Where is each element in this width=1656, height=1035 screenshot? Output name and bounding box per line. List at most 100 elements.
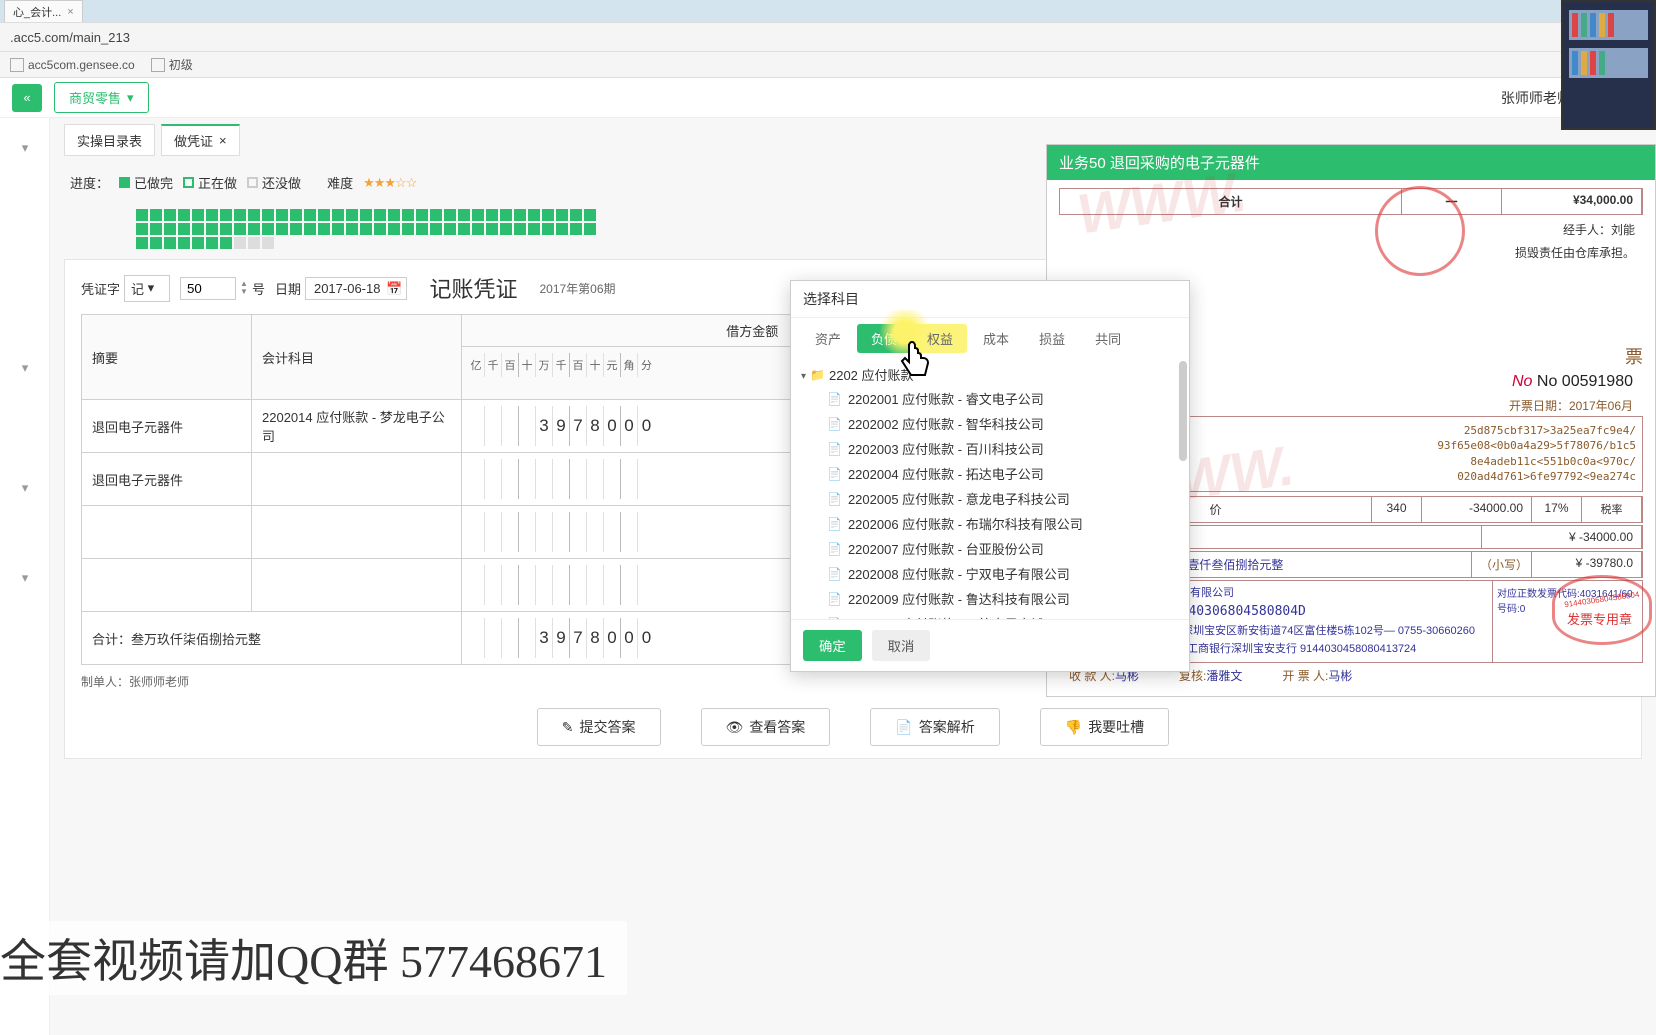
progress-cell[interactable] (206, 209, 218, 221)
cancel-button[interactable]: 取消 (872, 630, 931, 661)
progress-cell[interactable] (234, 223, 246, 235)
picker-tab-asset[interactable]: 资产 (801, 324, 855, 353)
progress-cell[interactable] (360, 223, 372, 235)
progress-cell[interactable] (346, 209, 358, 221)
progress-cell[interactable] (234, 209, 246, 221)
progress-cell[interactable] (164, 223, 176, 235)
progress-cell[interactable] (248, 237, 260, 249)
progress-cell[interactable] (290, 223, 302, 235)
progress-cell[interactable] (416, 209, 428, 221)
category-dropdown[interactable]: 商贸零售 ▾ (54, 82, 149, 113)
progress-cell[interactable] (458, 223, 470, 235)
progress-cell[interactable] (514, 223, 526, 235)
progress-cell[interactable] (360, 209, 372, 221)
confirm-button[interactable]: 确定 (803, 630, 862, 661)
progress-cell[interactable] (276, 223, 288, 235)
account-tree-item[interactable]: 2202007 应付账款 - 台亚股份公司 (791, 536, 1189, 561)
progress-cell[interactable] (136, 209, 148, 221)
progress-cell[interactable] (444, 223, 456, 235)
account-tree-item[interactable]: 2202010 应付账款 - 正篁电子商城 (791, 611, 1189, 619)
progress-cell[interactable] (458, 209, 470, 221)
tree-root-node[interactable]: 2202 应付账款 (791, 363, 1189, 386)
progress-cell[interactable] (206, 223, 218, 235)
progress-cell[interactable] (150, 209, 162, 221)
stepper-down-icon[interactable]: ▼ (240, 288, 248, 296)
close-icon[interactable]: × (67, 6, 73, 18)
progress-cell[interactable] (472, 209, 484, 221)
account-tree-item[interactable]: 2202003 应付账款 - 百川科技公司 (791, 436, 1189, 461)
progress-cell[interactable] (416, 223, 428, 235)
picker-tab-pl[interactable]: 损益 (1025, 324, 1079, 353)
progress-cell[interactable] (164, 237, 176, 249)
progress-cell[interactable] (430, 223, 442, 235)
progress-cell[interactable] (192, 237, 204, 249)
progress-cell[interactable] (388, 223, 400, 235)
rail-expand-3[interactable]: ▾ (0, 458, 50, 518)
progress-cell[interactable] (514, 209, 526, 221)
voucher-word-select[interactable]: 记 ▾ (124, 275, 170, 302)
progress-cell[interactable] (304, 209, 316, 221)
progress-cell[interactable] (556, 209, 568, 221)
progress-cell[interactable] (542, 209, 554, 221)
account-tree-item[interactable]: 2202004 应付账款 - 拓达电子公司 (791, 461, 1189, 486)
account-tree-item[interactable]: 2202009 应付账款 - 鲁达科技有限公司 (791, 586, 1189, 611)
progress-cell[interactable] (486, 209, 498, 221)
progress-cell[interactable] (318, 209, 330, 221)
picker-tab-equity[interactable]: 权益 (913, 324, 967, 353)
progress-cell[interactable] (192, 209, 204, 221)
progress-cell[interactable] (528, 223, 540, 235)
progress-cell[interactable] (570, 223, 582, 235)
progress-cell[interactable] (262, 223, 274, 235)
bookmark-item[interactable]: acc5com.gensee.co (10, 58, 135, 72)
progress-cell[interactable] (262, 237, 274, 249)
scrollbar[interactable] (1179, 361, 1187, 461)
picker-tab-cost[interactable]: 成本 (969, 324, 1023, 353)
progress-cell[interactable] (346, 223, 358, 235)
progress-cell[interactable] (332, 223, 344, 235)
rail-expand-1[interactable]: ▾ (0, 118, 50, 178)
progress-cell[interactable] (444, 209, 456, 221)
progress-cell[interactable] (332, 209, 344, 221)
progress-cell[interactable] (472, 223, 484, 235)
progress-cell[interactable] (402, 223, 414, 235)
account-tree-item[interactable]: 2202006 应付账款 - 布瑞尔科技有限公司 (791, 511, 1189, 536)
progress-cell[interactable] (402, 209, 414, 221)
progress-cell[interactable] (178, 237, 190, 249)
progress-cell[interactable] (220, 223, 232, 235)
progress-cell[interactable] (220, 209, 232, 221)
progress-cell[interactable] (248, 223, 260, 235)
progress-cell[interactable] (430, 209, 442, 221)
picker-tab-common[interactable]: 共同 (1081, 324, 1135, 353)
progress-cell[interactable] (304, 223, 316, 235)
progress-cell[interactable] (374, 209, 386, 221)
progress-cell[interactable] (486, 223, 498, 235)
view-answer-button[interactable]: 查看答案 (701, 708, 831, 746)
progress-cell[interactable] (178, 223, 190, 235)
progress-cell[interactable] (584, 209, 596, 221)
progress-cell[interactable] (178, 209, 190, 221)
submit-answer-button[interactable]: 提交答案 (537, 708, 661, 746)
url-bar[interactable]: .acc5.com/main_213 (0, 22, 1656, 52)
rail-expand-2[interactable]: ▾ (0, 338, 50, 398)
complain-button[interactable]: 我要吐槽 (1040, 708, 1169, 746)
rail-expand-4[interactable]: ▾ (0, 548, 50, 608)
progress-cell[interactable] (164, 209, 176, 221)
account-tree-item[interactable]: 2202002 应付账款 - 智华科技公司 (791, 411, 1189, 436)
progress-cell[interactable] (192, 223, 204, 235)
tab-voucher[interactable]: 做凭证× (161, 124, 240, 156)
date-picker[interactable]: 2017-06-18📅 (305, 277, 408, 300)
progress-cell[interactable] (528, 209, 540, 221)
account-tree-item[interactable]: 2202001 应付账款 - 睿文电子公司 (791, 386, 1189, 411)
progress-cell[interactable] (220, 237, 232, 249)
tab-practice-list[interactable]: 实操目录表 (64, 124, 155, 156)
voucher-number-input[interactable] (180, 277, 236, 300)
progress-cell[interactable] (570, 209, 582, 221)
progress-cell[interactable] (276, 209, 288, 221)
progress-cell[interactable] (262, 209, 274, 221)
progress-cell[interactable] (500, 209, 512, 221)
answer-analysis-button[interactable]: 答案解析 (870, 708, 999, 746)
account-tree[interactable]: 2202 应付账款 2202001 应付账款 - 睿文电子公司2202002 应… (791, 359, 1189, 619)
progress-cell[interactable] (136, 237, 148, 249)
close-icon[interactable]: × (219, 133, 227, 148)
progress-cell[interactable] (206, 237, 218, 249)
